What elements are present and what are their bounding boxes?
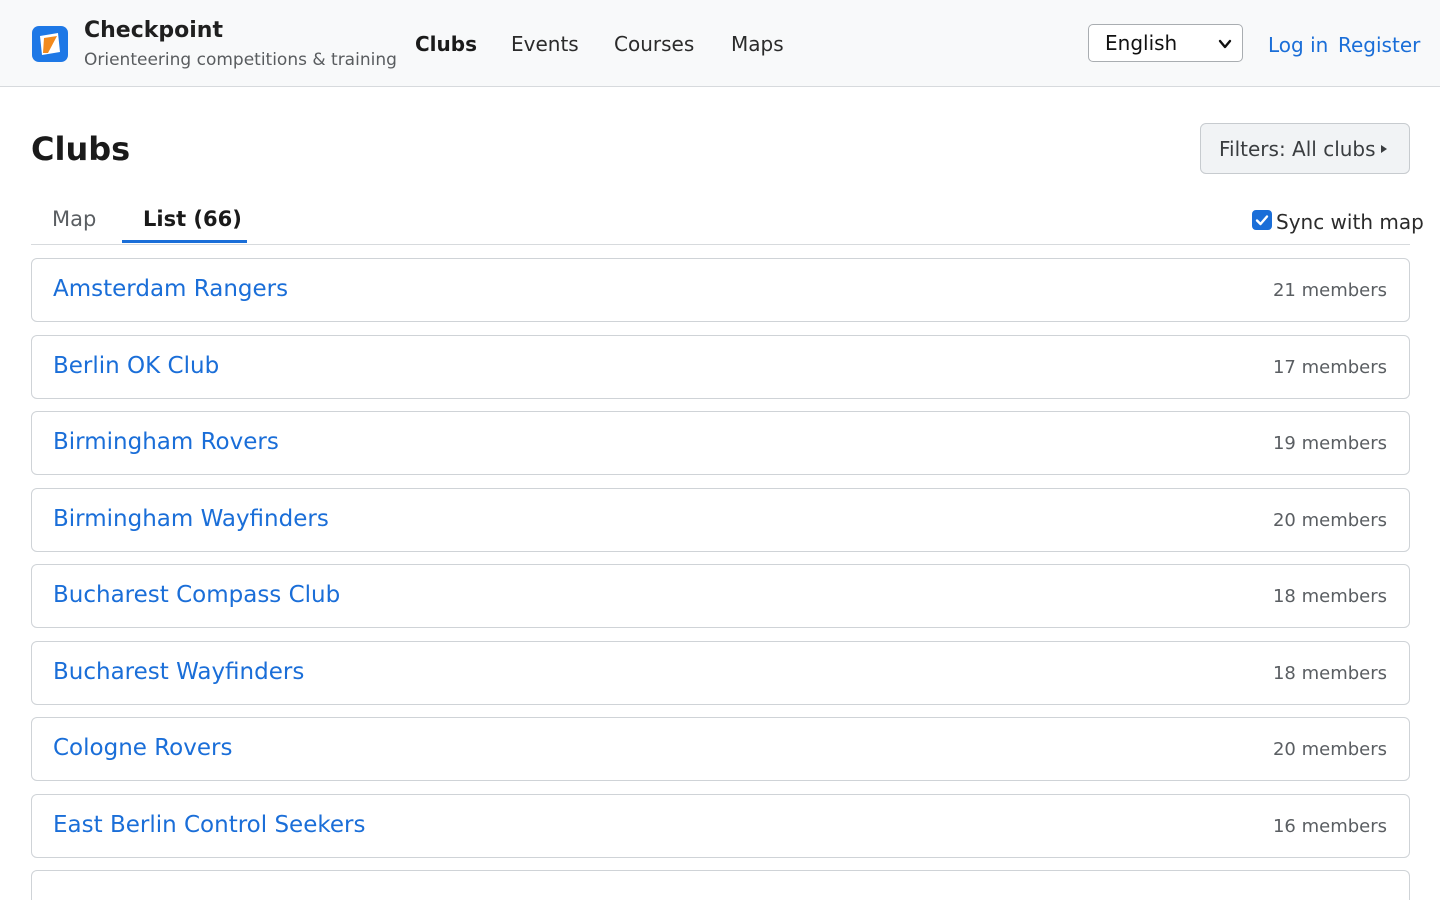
language-select[interactable]: English <box>1088 24 1243 62</box>
club-row[interactable]: Bucharest Wayfinders 18 members <box>31 641 1410 705</box>
tabs-divider <box>31 244 1410 245</box>
club-member-count: 20 members <box>1272 739 1387 760</box>
club-name-link[interactable]: Birmingham Rovers <box>53 429 279 455</box>
chevron-down-icon <box>1218 39 1232 49</box>
club-member-count: 21 members <box>1272 280 1387 301</box>
club-row[interactable]: Amsterdam Rangers 21 members <box>31 258 1410 322</box>
tab-map[interactable]: Map <box>52 207 96 231</box>
club-row-partial[interactable] <box>31 870 1410 900</box>
club-member-count: 19 members <box>1272 433 1387 454</box>
club-member-count: 16 members <box>1272 816 1387 837</box>
club-name-link[interactable]: Berlin OK Club <box>53 353 219 379</box>
nav-events[interactable]: Events <box>511 32 579 56</box>
brand-name[interactable]: Checkpoint <box>84 18 223 43</box>
club-row[interactable]: Birmingham Rovers 19 members <box>31 411 1410 475</box>
club-row[interactable]: Bucharest Compass Club 18 members <box>31 564 1410 628</box>
club-name-link[interactable]: East Berlin Control Seekers <box>53 812 365 838</box>
filters-button[interactable]: Filters: All clubs <box>1200 123 1410 174</box>
login-link[interactable]: Log in <box>1268 33 1328 57</box>
club-member-count: 18 members <box>1272 586 1387 607</box>
register-link[interactable]: Register <box>1338 33 1420 57</box>
brand-tagline: Orienteering competitions & training <box>84 50 397 70</box>
club-name-link[interactable]: Bucharest Wayfinders <box>53 659 304 685</box>
caret-right-icon <box>1381 145 1387 153</box>
club-row[interactable]: Berlin OK Club 17 members <box>31 335 1410 399</box>
club-row[interactable]: Cologne Rovers 20 members <box>31 717 1410 781</box>
club-member-count: 17 members <box>1272 357 1387 378</box>
club-name-link[interactable]: Amsterdam Rangers <box>53 276 288 302</box>
sync-checkbox[interactable] <box>1252 210 1272 230</box>
club-member-count: 20 members <box>1272 510 1387 531</box>
checkmark-icon <box>1255 215 1269 226</box>
top-header: Checkpoint Orienteering competitions & t… <box>0 0 1440 87</box>
language-selected-value: English <box>1105 31 1178 55</box>
nav-courses[interactable]: Courses <box>614 32 694 56</box>
nav-clubs[interactable]: Clubs <box>415 32 477 56</box>
club-member-count: 18 members <box>1272 663 1387 684</box>
checkpoint-logo-icon[interactable] <box>31 25 69 63</box>
club-row[interactable]: East Berlin Control Seekers 16 members <box>31 794 1410 858</box>
club-name-link[interactable]: Cologne Rovers <box>53 735 232 761</box>
tab-list[interactable]: List (66) <box>143 207 242 231</box>
nav-maps[interactable]: Maps <box>731 32 784 56</box>
club-name-link[interactable]: Birmingham Wayfinders <box>53 506 329 532</box>
page-title: Clubs <box>31 130 131 168</box>
club-row[interactable]: Birmingham Wayfinders 20 members <box>31 488 1410 552</box>
sync-label: Sync with map <box>1276 210 1424 234</box>
filters-label: Filters: All clubs <box>1219 137 1376 161</box>
club-name-link[interactable]: Bucharest Compass Club <box>53 582 340 608</box>
active-tab-indicator <box>122 240 247 243</box>
